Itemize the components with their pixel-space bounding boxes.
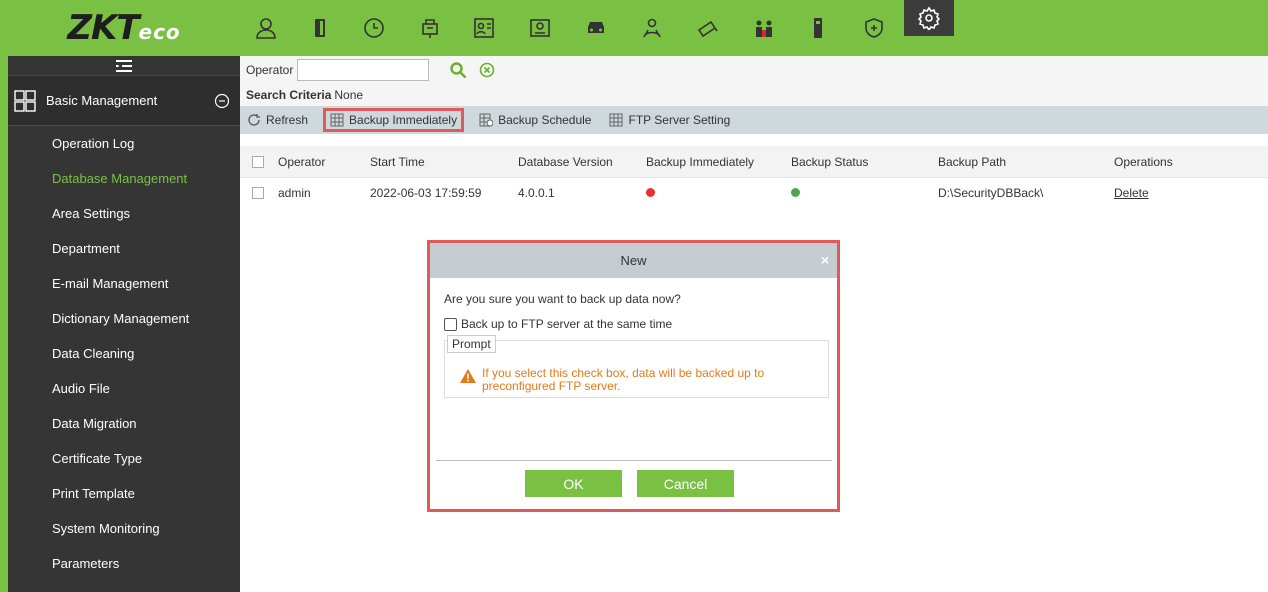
refresh-icon <box>248 114 260 126</box>
criteria-label: Search Criteria <box>246 88 332 102</box>
search-icon[interactable] <box>449 61 467 79</box>
sidebar-item-area-settings[interactable]: Area Settings <box>8 196 240 231</box>
toolbar: Refresh Backup Immediately Backup Schedu… <box>240 106 1268 134</box>
backup-schedule-button[interactable]: Backup Schedule <box>476 108 594 132</box>
system-settings-icon[interactable] <box>904 0 954 36</box>
intrusion-icon[interactable] <box>800 10 836 46</box>
sidebar-item-email-management[interactable]: E-mail Management <box>8 266 240 301</box>
success-status-icon <box>791 188 800 197</box>
confirm-message: Are you sure you want to back up data no… <box>444 292 681 306</box>
ftp-backup-option[interactable]: Back up to FTP server at the same time <box>444 314 827 334</box>
dialog-title-bar: New × <box>430 243 837 278</box>
left-accent-strip <box>0 0 8 592</box>
close-icon[interactable]: × <box>821 252 829 268</box>
visitor-icon[interactable] <box>466 10 502 46</box>
sidebar: Basic Management Operation Log Database … <box>8 56 240 592</box>
column-backup-immediately[interactable]: Backup Immediately <box>640 155 785 169</box>
access-door-icon[interactable] <box>302 10 338 46</box>
ftp-server-setting-button[interactable]: FTP Server Setting <box>606 108 733 132</box>
schedule-table-icon <box>479 113 494 127</box>
table-row[interactable]: admin 2022-06-03 17:59:59 4.0.0.1 D:\Sec… <box>240 178 1268 208</box>
search-criteria: Search Criteria None <box>240 84 1268 106</box>
column-operations[interactable]: Operations <box>1108 155 1228 169</box>
sidebar-item-operation-log[interactable]: Operation Log <box>8 126 240 161</box>
refresh-button[interactable]: Refresh <box>244 108 311 132</box>
sidebar-item-department[interactable]: Department <box>8 231 240 266</box>
error-status-icon <box>646 188 655 197</box>
video-icon[interactable] <box>690 10 726 46</box>
personnel-icon[interactable] <box>248 10 284 46</box>
column-operator[interactable]: Operator <box>272 155 364 169</box>
sidebar-item-certificate-type[interactable]: Certificate Type <box>8 441 240 476</box>
sidebar-collapse-toggle[interactable] <box>8 56 240 76</box>
warning-icon <box>460 369 476 383</box>
prompt-title: Prompt <box>447 335 496 353</box>
sidebar-item-parameters[interactable]: Parameters <box>8 546 240 581</box>
operator-search-input[interactable] <box>297 59 430 81</box>
delete-link[interactable]: Delete <box>1114 186 1149 200</box>
search-bar: Operator <box>240 56 1268 84</box>
ftp-table-icon <box>609 113 623 127</box>
time-attendance-icon[interactable] <box>356 10 392 46</box>
column-backup-status[interactable]: Backup Status <box>785 155 932 169</box>
cancel-button[interactable]: Cancel <box>637 470 734 497</box>
criteria-value: None <box>334 88 364 102</box>
cell-backup-path: D:\SecurityDBBack\ <box>938 186 1044 200</box>
backup-table: Operator Start Time Database Version Bac… <box>240 146 1268 208</box>
sidebar-item-data-cleaning[interactable]: Data Cleaning <box>8 336 240 371</box>
collapse-circle-icon[interactable] <box>214 93 230 109</box>
cell-start-time: 2022-06-03 17:59:59 <box>370 186 482 200</box>
module-grid-icon <box>14 89 36 112</box>
row-checkbox[interactable] <box>252 187 264 199</box>
dialog-title: New <box>620 253 647 268</box>
column-backup-path[interactable]: Backup Path <box>932 155 1108 169</box>
cell-backup-status <box>785 186 932 200</box>
dialog-divider <box>436 460 832 461</box>
backup-immediately-button[interactable]: Backup Immediately <box>323 108 465 132</box>
column-start-time[interactable]: Start Time <box>364 155 512 169</box>
module-header-basic-management[interactable]: Basic Management <box>8 76 240 126</box>
cell-operations: Delete <box>1108 186 1228 200</box>
clear-search-icon[interactable] <box>479 62 495 78</box>
security-shield-icon[interactable] <box>856 10 892 46</box>
parking-icon[interactable] <box>578 10 614 46</box>
sidebar-item-print-template[interactable]: Print Template <box>8 476 240 511</box>
cell-operator: admin <box>278 186 311 200</box>
prompt-message: If you select this check box, data will … <box>459 367 764 393</box>
table-header: Operator Start Time Database Version Bac… <box>240 146 1268 178</box>
sidebar-item-database-management[interactable]: Database Management <box>8 161 240 196</box>
column-database-version[interactable]: Database Version <box>512 155 640 169</box>
consumption-icon[interactable] <box>522 10 558 46</box>
ftp-backup-checkbox[interactable] <box>444 317 457 331</box>
logo: ZKTeco <box>8 0 240 56</box>
ok-button[interactable]: OK <box>525 470 622 497</box>
sidebar-item-data-migration[interactable]: Data Migration <box>8 406 240 441</box>
cell-backup-immediately <box>640 186 785 200</box>
collapse-menu-icon <box>116 59 132 72</box>
patrol-icon[interactable] <box>634 10 670 46</box>
operator-label: Operator <box>246 63 294 77</box>
elevator-icon[interactable] <box>412 10 448 46</box>
database-table-icon <box>330 113 344 127</box>
dialog-body: Are you sure you want to back up data no… <box>430 278 837 398</box>
cell-database-version: 4.0.0.1 <box>518 186 555 200</box>
select-all-checkbox[interactable] <box>252 155 264 168</box>
ftp-backup-label[interactable]: Back up to FTP server at the same time <box>461 317 672 331</box>
sidebar-item-system-monitoring[interactable]: System Monitoring <box>8 511 240 546</box>
module-title: Basic Management <box>46 93 158 108</box>
sidebar-item-audio-file[interactable]: Audio File <box>8 371 240 406</box>
prompt-box: Prompt If you select this check box, dat… <box>444 335 829 398</box>
top-navigation-bar: ZKTeco <box>0 0 1268 56</box>
sidebar-item-dictionary-management[interactable]: Dictionary Management <box>8 301 240 336</box>
backup-dialog: New × Are you sure you want to back up d… <box>427 240 840 512</box>
office-icon[interactable] <box>746 10 782 46</box>
